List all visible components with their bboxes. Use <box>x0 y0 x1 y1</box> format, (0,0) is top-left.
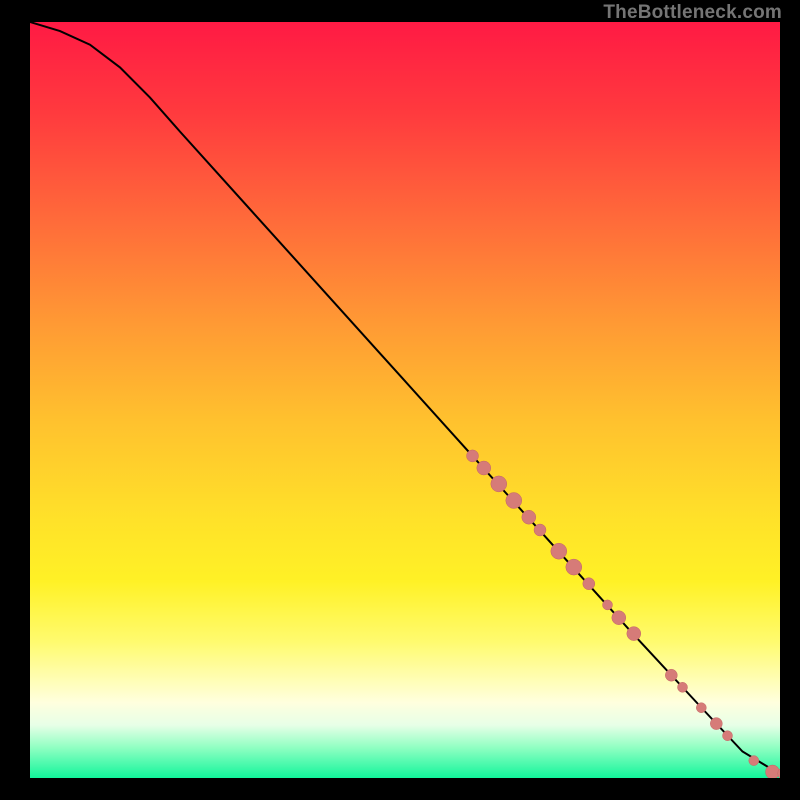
marker-dot <box>534 524 546 536</box>
marker-dot <box>522 510 536 524</box>
marker-dot <box>766 765 780 778</box>
marker-dot <box>710 718 722 730</box>
marker-dot <box>612 611 626 625</box>
marker-dot <box>491 476 507 492</box>
marker-dot <box>723 731 733 741</box>
marker-dot <box>696 703 706 713</box>
marker-dot <box>551 543 567 559</box>
plot-area <box>30 22 780 778</box>
marker-dot <box>749 756 759 766</box>
curve-line <box>30 22 780 774</box>
chart-svg <box>30 22 780 778</box>
marker-dot <box>467 450 479 462</box>
chart-stage: { "attribution": "TheBottleneck.com", "c… <box>0 0 800 800</box>
marker-dot <box>583 578 595 590</box>
marker-dot <box>477 461 491 475</box>
marker-dot <box>506 493 522 509</box>
marker-dot <box>627 627 641 641</box>
attribution-text: TheBottleneck.com <box>603 2 782 24</box>
markers-group <box>467 450 781 778</box>
marker-dot <box>678 682 688 692</box>
marker-dot <box>603 600 613 610</box>
marker-dot <box>566 559 582 575</box>
marker-dot <box>665 669 677 681</box>
